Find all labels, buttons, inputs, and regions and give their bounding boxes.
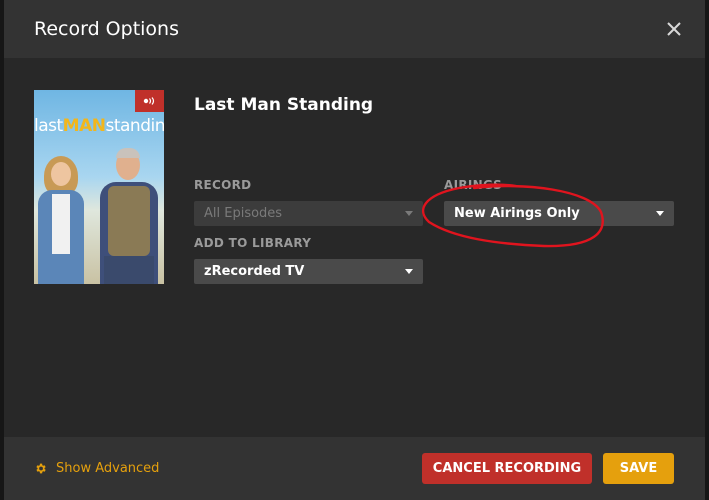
- poster-figure: [116, 148, 140, 158]
- airings-select[interactable]: New Airings Only: [444, 201, 674, 226]
- airings-label: AIRINGS: [444, 178, 503, 192]
- show-poster: lastMANstanding: [34, 90, 164, 284]
- dialog-footer: Show Advanced CANCEL RECORDING SAVE: [4, 437, 705, 500]
- gear-icon: [36, 463, 46, 474]
- cancel-recording-button[interactable]: CANCEL RECORDING: [422, 453, 592, 484]
- close-button[interactable]: [664, 19, 684, 39]
- airings-select-value: New Airings Only: [454, 206, 580, 221]
- poster-logo-word: standing: [105, 116, 164, 136]
- dvr-badge: [135, 90, 164, 112]
- record-select-value: All Episodes: [204, 206, 283, 221]
- record-label: RECORD: [194, 178, 252, 192]
- dialog-title: Record Options: [34, 18, 179, 40]
- save-button[interactable]: SAVE: [603, 453, 674, 484]
- chevron-down-icon: [405, 211, 413, 216]
- poster-figure: [51, 162, 71, 186]
- library-select[interactable]: zRecorded TV: [194, 259, 423, 284]
- poster-figure: [104, 256, 154, 284]
- poster-logo-word: last: [34, 116, 63, 136]
- show-advanced-link[interactable]: Show Advanced: [34, 461, 159, 476]
- library-select-value: zRecorded TV: [204, 264, 305, 279]
- dvr-icon: [143, 97, 155, 105]
- record-select[interactable]: All Episodes: [194, 201, 423, 226]
- chevron-down-icon: [405, 269, 413, 274]
- dialog-header: Record Options: [4, 0, 705, 58]
- poster-figure: [52, 194, 70, 254]
- close-icon: [667, 22, 681, 36]
- poster-logo-word: MAN: [62, 116, 106, 136]
- poster-logo: lastMANstanding: [34, 116, 164, 136]
- library-label: ADD TO LIBRARY: [194, 236, 312, 250]
- show-title: Last Man Standing: [194, 95, 374, 115]
- show-advanced-label: Show Advanced: [56, 461, 160, 476]
- poster-figure: [108, 186, 150, 256]
- chevron-down-icon: [656, 211, 664, 216]
- record-options-dialog: Record Options lastMANstanding Last Man …: [4, 0, 705, 500]
